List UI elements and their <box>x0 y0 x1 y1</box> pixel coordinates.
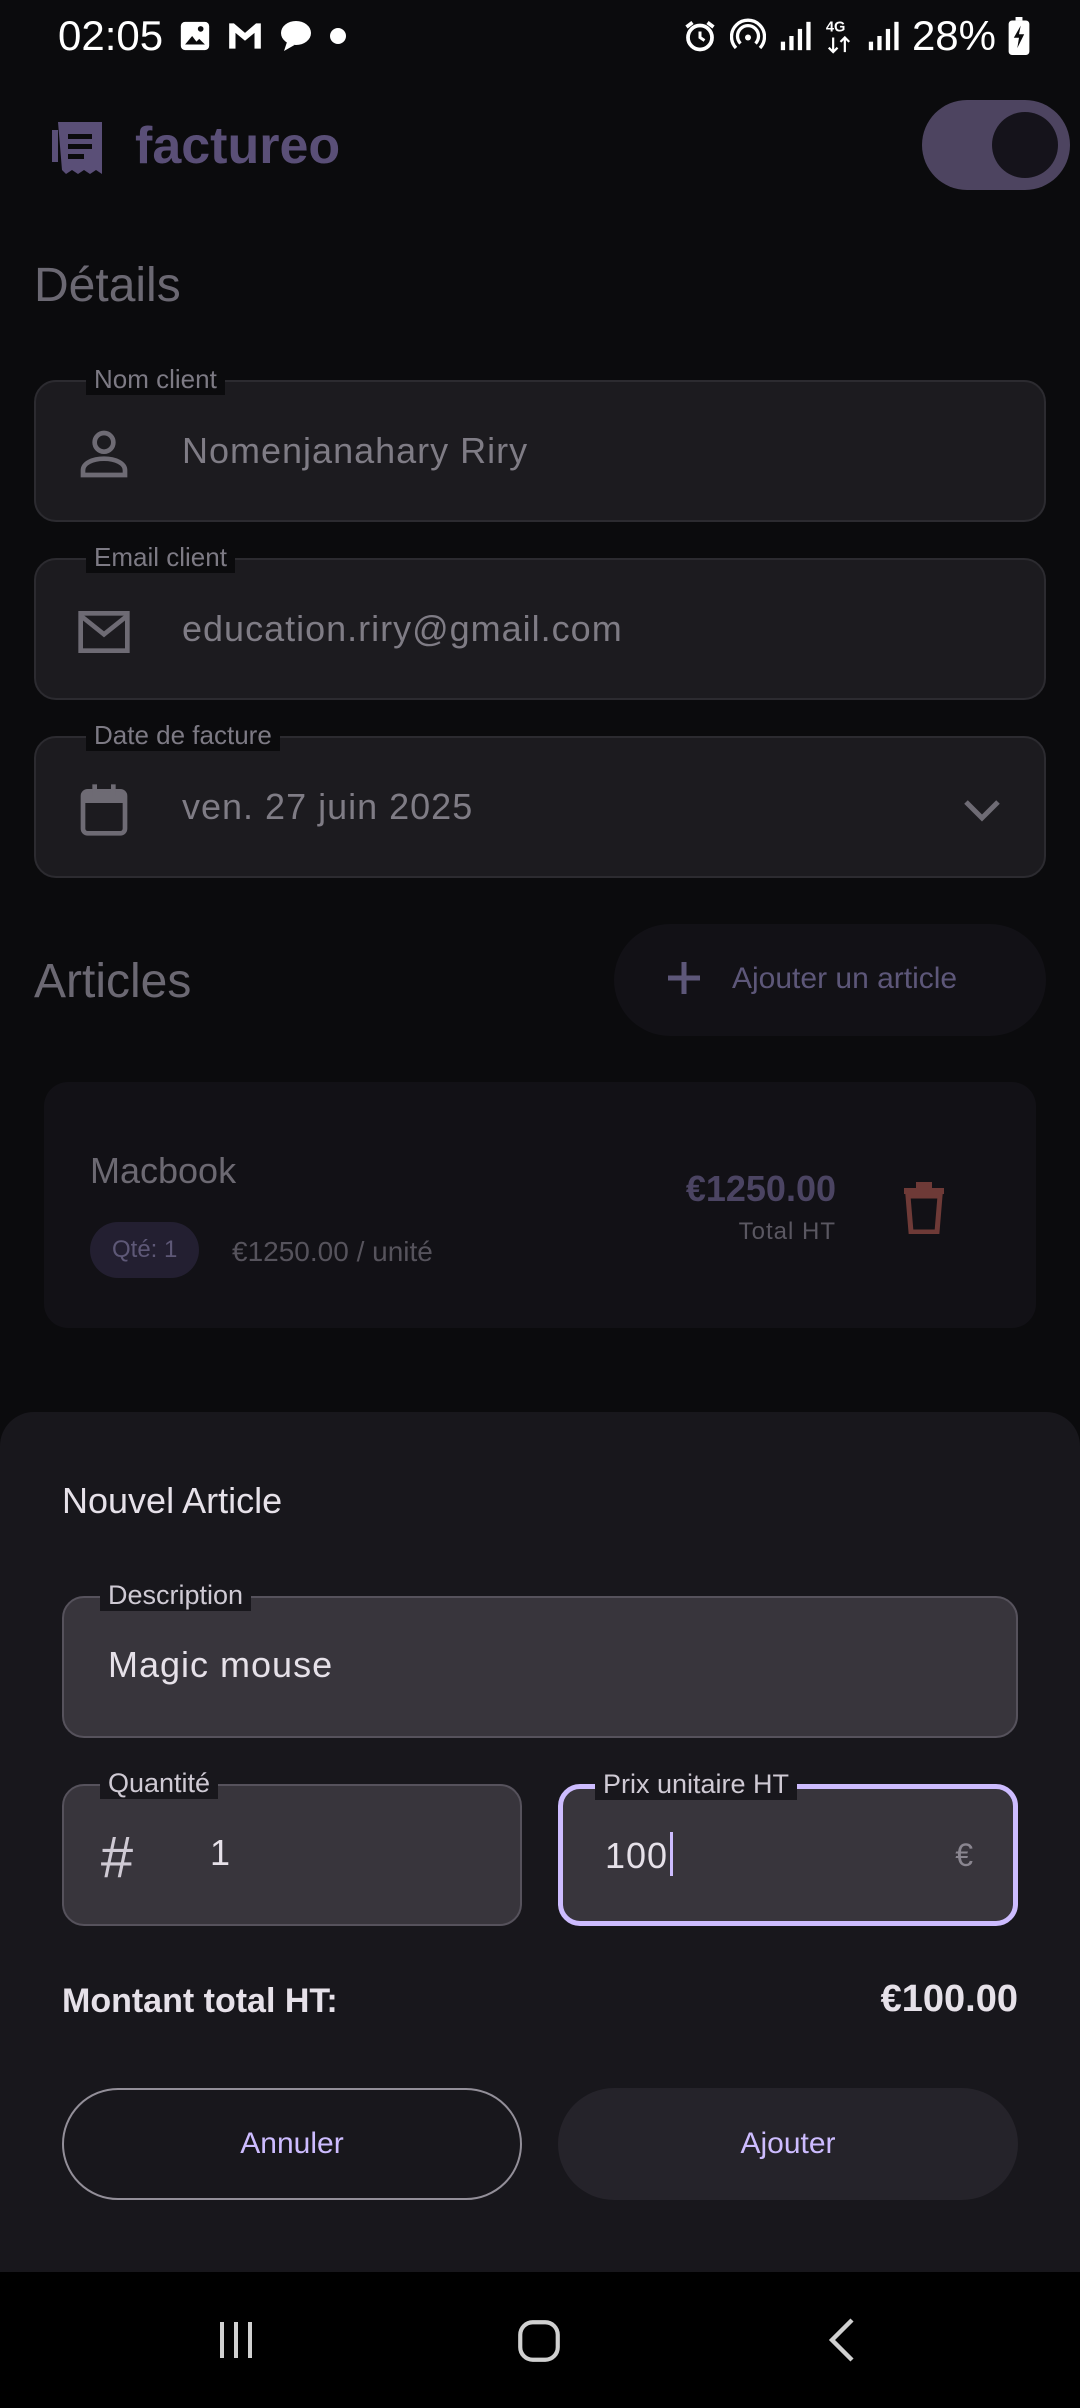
euro-suffix: € <box>955 1837 973 1873</box>
add-article-label: Ajouter un article <box>732 962 958 995</box>
mail-icon <box>78 611 130 653</box>
theme-toggle[interactable] <box>922 100 1070 190</box>
hotspot-icon <box>729 18 766 50</box>
status-bar: 02:05 4G 28% <box>0 0 1080 74</box>
description-value: Magic mouse <box>108 1644 334 1685</box>
total-value: €100.00 <box>880 1978 1018 2020</box>
client-name-field[interactable]: Nom client Nomenjanahary Riry <box>34 364 1046 522</box>
svg-text:4G: 4G <box>826 20 846 36</box>
article-total-label: Total HT <box>738 1218 836 1245</box>
chevron-down-icon[interactable] <box>962 796 1002 824</box>
invoice-date-label: Date de facture <box>86 720 280 751</box>
quantity-label: Quantité <box>100 1768 219 1799</box>
cancel-button-label: Annuler <box>240 2127 344 2160</box>
plus-icon <box>668 962 700 994</box>
back-icon[interactable] <box>820 2316 868 2364</box>
total-label: Montant total HT: <box>62 1982 338 2020</box>
invoice-date-value: ven. 27 juin 2025 <box>182 786 474 827</box>
new-article-sheet: Nouvel Article Description Magic mouse Q… <box>0 1412 1080 2272</box>
quantity-badge: Qté: 1 <box>90 1222 200 1278</box>
unit-price-label: Prix unitaire HT <box>595 1769 798 1800</box>
signal-icon <box>780 21 811 51</box>
battery-level: 28% <box>911 12 996 59</box>
client-email-value: education.riry@gmail.com <box>182 608 623 649</box>
description-input[interactable]: Description Magic mouse <box>62 1580 1018 1738</box>
articles-title: Articles <box>34 955 192 1008</box>
unit-price-input[interactable]: Prix unitaire HT 100 € <box>558 1769 1018 1926</box>
client-name-value: Nomenjanahary Riry <box>182 430 529 471</box>
gmail-icon <box>229 23 261 49</box>
details-title: Détails <box>34 259 181 312</box>
add-article-button[interactable]: Ajouter un article <box>614 924 1046 1036</box>
quantity-input[interactable]: Quantité # 1 <box>62 1768 522 1926</box>
client-email-field[interactable]: Email client education.riry@gmail.com <box>34 542 1046 700</box>
toggle-knob <box>992 112 1058 178</box>
app-bar: factureo <box>0 88 1080 208</box>
dot-icon <box>330 28 346 44</box>
article-unit-price: €1250.00 / unité <box>232 1236 433 1267</box>
app-title: factureo <box>135 117 341 175</box>
calendar-icon <box>80 784 128 836</box>
description-label: Description <box>100 1580 252 1611</box>
delete-icon[interactable] <box>900 1182 948 1234</box>
client-name-label: Nom client <box>86 364 225 395</box>
quantity-value: 1 <box>210 1832 232 1873</box>
client-email-label: Email client <box>86 542 235 573</box>
receipt-icon <box>52 122 102 174</box>
notification-icons <box>178 19 348 53</box>
system-icons: 4G 28% <box>682 12 1030 60</box>
article-total: €1250.00 <box>685 1168 836 1209</box>
battery-charging-icon <box>1008 17 1030 55</box>
cancel-button[interactable]: Annuler <box>62 2088 522 2200</box>
hash-icon: # <box>100 1825 133 1890</box>
article-card[interactable]: Macbook Qté: 1 €1250.00 / unité €1250.00… <box>44 1082 1036 1328</box>
home-icon[interactable] <box>514 2316 564 2366</box>
unit-price-field-content: 100 <box>605 1832 674 1877</box>
recent-apps-icon[interactable] <box>212 2316 260 2364</box>
add-button-label: Ajouter <box>740 2127 836 2160</box>
alarm-icon <box>685 21 715 52</box>
4g-icon: 4G <box>826 20 850 54</box>
signal-icon <box>868 21 899 51</box>
chat-icon <box>281 21 311 51</box>
person-icon <box>80 430 128 478</box>
unit-price-value: 100 <box>605 1835 669 1876</box>
status-time: 02:05 <box>58 12 164 59</box>
gallery-icon <box>180 21 210 51</box>
sheet-title: Nouvel Article <box>62 1480 283 1521</box>
system-nav-bar <box>0 2272 1080 2408</box>
add-button[interactable]: Ajouter <box>558 2088 1018 2200</box>
article-name: Macbook <box>90 1150 237 1191</box>
invoice-date-field[interactable]: Date de facture ven. 27 juin 2025 <box>34 720 1046 878</box>
text-cursor <box>670 1832 674 1876</box>
